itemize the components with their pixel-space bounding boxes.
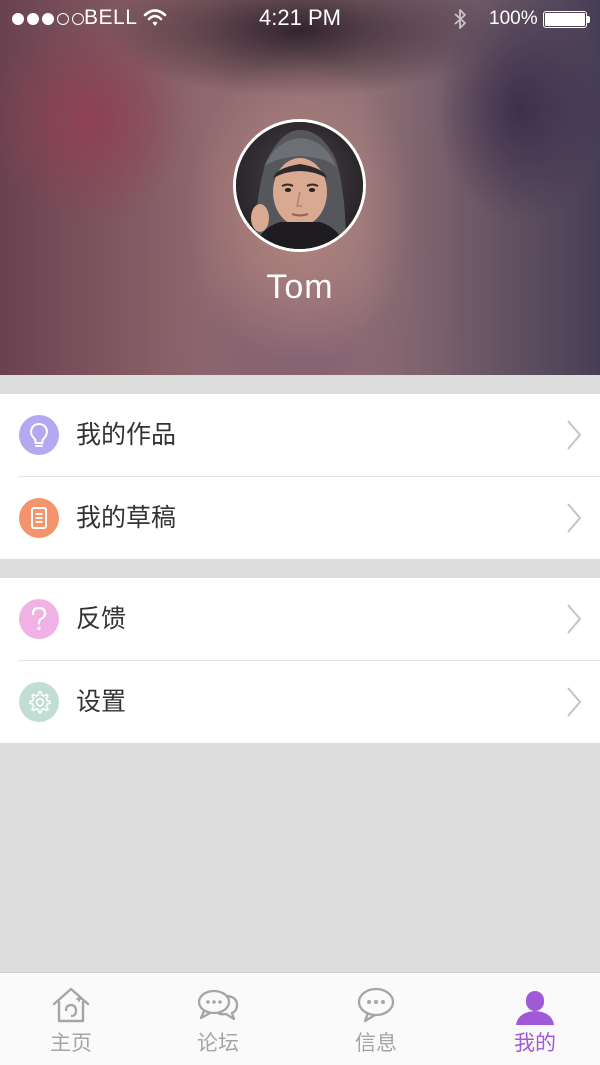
menu-item-my-drafts[interactable]: 我的草稿 — [18, 476, 600, 558]
menu-item-label: 我的草稿 — [76, 503, 177, 532]
document-icon — [19, 498, 59, 538]
status-bar: BELL 4:21 PM 100% — [0, 0, 600, 40]
bottom-tab-bar: 主页 论坛 信息 我的 — [0, 972, 600, 1065]
menu-item-my-works[interactable]: 我的作品 — [0, 394, 600, 476]
home-icon — [52, 987, 90, 1023]
menu-item-settings[interactable]: 设置 — [18, 660, 600, 742]
forum-icon — [197, 989, 239, 1021]
tab-label: 信息 — [355, 1031, 397, 1055]
avatar-portrait — [236, 122, 363, 249]
tab-label: 我的 — [514, 1031, 556, 1055]
chevron-right-icon — [567, 687, 582, 717]
question-icon — [19, 599, 59, 639]
profile-icon — [516, 991, 554, 1025]
lightbulb-icon — [19, 415, 59, 455]
menu-group-settings: 反馈 设置 — [0, 578, 600, 743]
tab-home[interactable]: 主页 — [11, 973, 131, 1065]
bluetooth-icon — [454, 9, 466, 29]
battery-icon — [543, 11, 587, 28]
chevron-right-icon — [567, 503, 582, 533]
avatar[interactable] — [233, 119, 366, 252]
username: Tom — [266, 268, 334, 306]
menu-item-label: 我的作品 — [76, 420, 177, 449]
menu-item-feedback[interactable]: 反馈 — [0, 578, 600, 660]
tab-forum[interactable]: 论坛 — [158, 973, 278, 1065]
chevron-right-icon — [567, 420, 582, 450]
tab-label: 主页 — [50, 1031, 92, 1055]
menu-item-label: 设置 — [76, 687, 127, 716]
gear-icon — [19, 682, 59, 722]
tab-messages[interactable]: 信息 — [316, 973, 436, 1065]
message-icon — [357, 987, 395, 1023]
tab-label: 论坛 — [197, 1031, 239, 1055]
chevron-right-icon — [567, 604, 582, 634]
tab-profile[interactable]: 我的 — [475, 973, 595, 1065]
menu-item-label: 反馈 — [76, 604, 127, 633]
battery-tip — [587, 16, 590, 23]
battery-percent: 100% — [489, 8, 538, 29]
menu-group-works: 我的作品 我的草稿 — [0, 394, 600, 559]
